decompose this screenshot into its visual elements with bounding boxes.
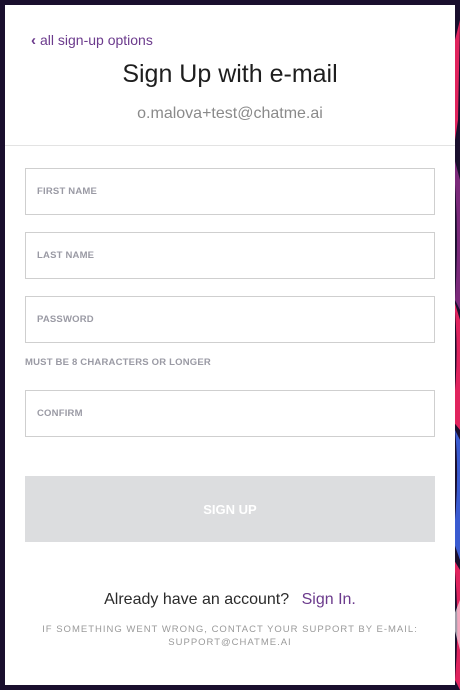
first-name-field <box>25 168 435 215</box>
last-name-input[interactable] <box>26 233 434 278</box>
have-account-row: Already have an account? Sign In. <box>5 591 455 609</box>
back-to-signup-options-link[interactable]: ‹ all sign-up options <box>31 32 153 48</box>
support-notice: IF SOMETHING WENT WRONG, CONTACT YOUR SU… <box>42 624 418 648</box>
password-input[interactable] <box>26 297 434 342</box>
sign-in-link[interactable]: Sign In. <box>302 591 356 608</box>
back-link-label: all sign-up options <box>40 32 153 48</box>
have-account-text: Already have an account? <box>104 591 290 608</box>
sign-up-button[interactable]: SIGN UP <box>25 476 435 542</box>
page-title: Sign Up with e-mail <box>122 60 338 88</box>
first-name-input[interactable] <box>26 169 434 214</box>
signup-card: ‹ all sign-up options Sign Up with e-mai… <box>5 5 455 685</box>
confirm-field <box>25 390 435 437</box>
header-divider <box>5 145 455 146</box>
password-hint: MUST BE 8 CHARACTERS OR LONGER <box>25 357 211 368</box>
last-name-field <box>25 232 435 279</box>
user-email: o.malova+test@chatme.ai <box>137 105 323 122</box>
confirm-password-input[interactable] <box>26 391 434 436</box>
chevron-left-icon: ‹ <box>31 31 36 49</box>
password-field <box>25 296 435 343</box>
